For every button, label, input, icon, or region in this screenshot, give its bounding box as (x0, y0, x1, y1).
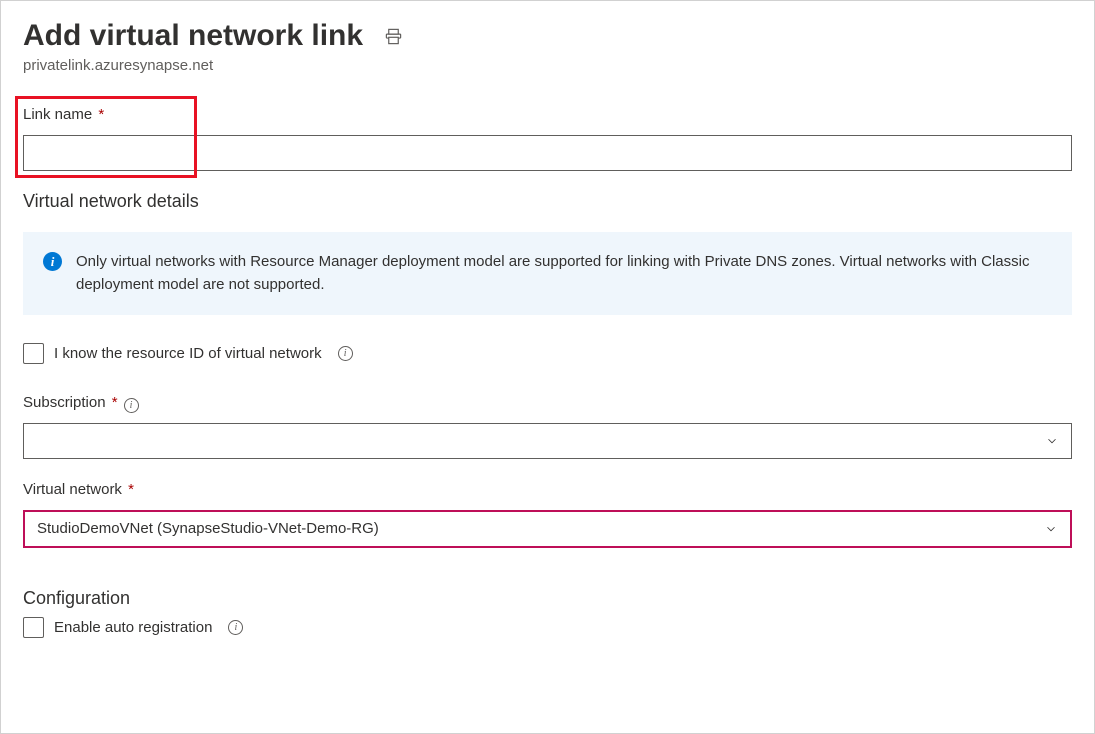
vnet-details-heading: Virtual network details (23, 191, 1072, 212)
info-circle-icon[interactable]: i (124, 398, 139, 413)
know-resource-id-label: I know the resource ID of virtual networ… (54, 345, 322, 362)
print-icon[interactable] (383, 26, 403, 46)
info-box: i Only virtual networks with Resource Ma… (23, 232, 1072, 315)
know-resource-id-checkbox[interactable] (23, 343, 44, 364)
auto-registration-checkbox[interactable] (23, 617, 44, 638)
subscription-label: Subscription * (23, 394, 118, 411)
virtual-network-value: StudioDemoVNet (SynapseStudio-VNet-Demo-… (37, 520, 379, 537)
virtual-network-label: Virtual network * (23, 481, 134, 498)
subscription-select[interactable] (23, 423, 1072, 459)
virtual-network-select[interactable]: StudioDemoVNet (SynapseStudio-VNet-Demo-… (23, 510, 1072, 548)
link-name-label: Link name * (23, 106, 104, 123)
required-indicator: * (98, 106, 104, 123)
required-indicator: * (112, 394, 118, 411)
configuration-heading: Configuration (23, 588, 1072, 609)
info-icon: i (43, 252, 62, 271)
info-circle-icon[interactable]: i (338, 346, 353, 361)
chevron-down-icon (1044, 522, 1058, 536)
info-message: Only virtual networks with Resource Mana… (76, 250, 1052, 297)
subtitle: privatelink.azuresynapse.net (23, 57, 1072, 74)
required-indicator: * (128, 481, 134, 498)
auto-registration-label: Enable auto registration (54, 619, 212, 636)
page-title: Add virtual network link (23, 19, 363, 53)
chevron-down-icon (1045, 434, 1059, 448)
info-circle-icon[interactable]: i (228, 620, 243, 635)
link-name-input[interactable] (23, 135, 1072, 171)
